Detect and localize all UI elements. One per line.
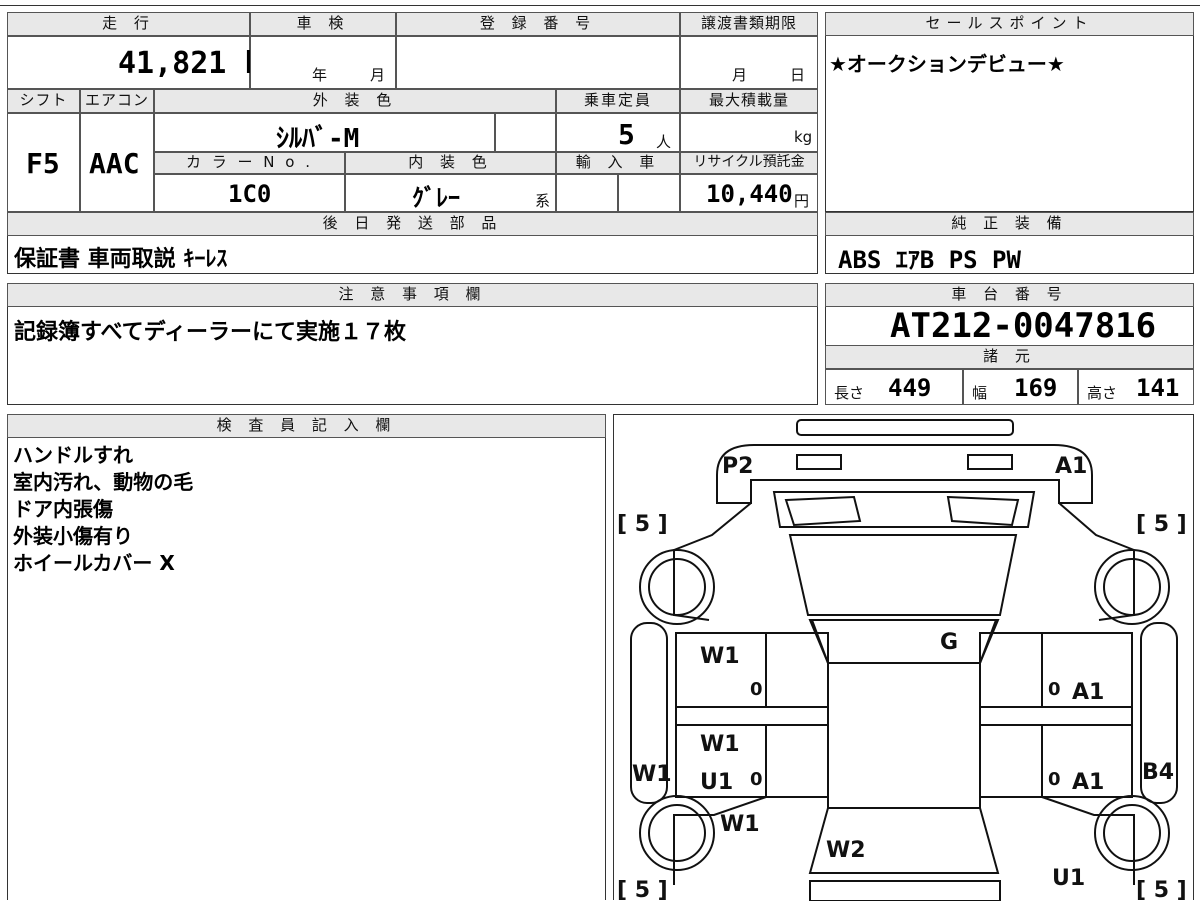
width-label: 幅 [972, 384, 988, 402]
inspector-line: 外装小傷有り [13, 524, 133, 548]
exterior-color-header: 外 装 色 [154, 89, 556, 113]
length-value: 449 [888, 374, 932, 402]
notes-text: 記録簿すべてディーラーにて実施１７枚 [14, 320, 407, 345]
sales-point-header: セールスポイント [825, 12, 1194, 36]
mark-zero-rf: 0 [1048, 679, 1061, 700]
wiper-right [946, 495, 1020, 527]
aircon-header: エアコン [80, 89, 154, 113]
inspector-header: 検 査 員 記 入 欄 [7, 414, 606, 438]
length-label: 長さ [834, 384, 865, 402]
transfer-day-label: 日 [790, 66, 806, 84]
body-left-outline [673, 502, 752, 621]
mark-w2: W2 [826, 838, 866, 863]
capacity-unit: 人 [656, 133, 672, 151]
capacity-value: 5 [618, 118, 635, 151]
import-cell-a [556, 174, 618, 212]
interior-color-value: ｸﾞﾚｰ [412, 184, 460, 212]
sales-point-box [825, 12, 1194, 212]
windshield [788, 534, 1018, 616]
mark-tire-fr: [ 5 ] [1136, 512, 1187, 537]
car-diagram-box: P2 A1 [ 5 ] [ 5 ] G W1 0 0 A1 W1 U1 0 0 … [613, 414, 1194, 901]
mark-b4: B4 [1142, 760, 1174, 785]
exterior-extra-cell [495, 113, 556, 152]
mark-zero-lr: 0 [750, 769, 763, 790]
max-load-unit: kg [794, 128, 813, 146]
import-header: 輸 入 車 [556, 152, 680, 174]
transfer-month-label: 月 [732, 66, 748, 84]
mark-w1-side: W1 [632, 762, 672, 787]
equipment-header: 純 正 装 備 [825, 212, 1194, 236]
mileage-header: 走 行 [7, 12, 250, 36]
exterior-color-value: ｼﾙﾊﾞ-M [276, 124, 360, 154]
shaken-year-label: 年 [312, 66, 328, 84]
mark-zero-rr: 0 [1048, 769, 1061, 790]
capacity-header: 乗車定員 [556, 89, 680, 113]
headlight-right [967, 454, 1013, 470]
mark-u1-left: U1 [700, 770, 733, 795]
transfer-deadline-header: 譲渡書類期限 [680, 12, 818, 36]
mark-tire-fl: [ 5 ] [617, 512, 668, 537]
cowl [772, 491, 1036, 528]
mark-w1-rear-fender: W1 [720, 812, 760, 837]
roof [808, 619, 1000, 664]
inspector-line: ホイールカバー X [13, 551, 175, 575]
rear-bumper [809, 880, 1001, 901]
mark-a1-top: A1 [1055, 454, 1087, 479]
max-load-header: 最大積載量 [680, 89, 818, 113]
inspector-lines: ハンドルすれ 室内汚れ、動物の毛 ドア内張傷 外装小傷有り ホイールカバー X [13, 442, 193, 577]
interior-color-header: 内 装 色 [345, 152, 556, 174]
mark-w1-lr: W1 [700, 732, 740, 757]
shaken-header: 車 検 [250, 12, 396, 36]
front-bumper [796, 419, 1014, 436]
interior-color-suffix: 系 [535, 192, 551, 210]
wheel-rear-right [1094, 795, 1170, 871]
top-strip [0, 0, 1200, 6]
import-cell-b [618, 174, 680, 212]
inspector-line: 室内汚れ、動物の毛 [13, 470, 194, 494]
wheel-rear-left [639, 795, 715, 871]
mark-tire-rr: [ 5 ] [1136, 878, 1187, 901]
equipment-text: ABS ｴｱB PS PW [838, 246, 1021, 274]
sales-point-text: ★オークションデビュー★ [829, 52, 1065, 76]
shift-value: F5 [26, 147, 60, 180]
rear-fender-left [673, 796, 767, 885]
cabin-center [827, 662, 981, 809]
car-diagram: P2 A1 [ 5 ] [ 5 ] G W1 0 0 A1 W1 U1 0 0 … [617, 419, 1187, 901]
wiper-left [784, 495, 862, 527]
aircon-value: AAC [89, 147, 140, 180]
color-no-header: カ ラ ー N o . [154, 152, 345, 174]
front-hood-outline [716, 444, 1093, 504]
mark-p2: P2 [722, 454, 753, 479]
registration-cell [396, 36, 680, 89]
height-value: 141 [1136, 374, 1180, 402]
mark-w1-lf: W1 [700, 644, 740, 669]
recycle-header: リサイクル預託金 [680, 152, 818, 174]
notes-header: 注 意 事 項 欄 [7, 283, 818, 307]
mark-a1-rf: A1 [1072, 680, 1104, 705]
shift-header: シフト [7, 89, 80, 113]
shaken-month-label: 月 [370, 66, 386, 84]
mark-zero-lf: 0 [750, 679, 763, 700]
height-label: 高さ [1087, 384, 1118, 402]
recycle-value: 10,440 [706, 180, 793, 208]
color-no-value: 1C0 [228, 180, 272, 208]
later-parts-header: 後 日 発 送 部 品 [7, 212, 818, 236]
wheel-front-right [1094, 549, 1170, 625]
mark-a1-rr: A1 [1072, 770, 1104, 795]
mark-tire-rl: [ 5 ] [617, 878, 668, 901]
spec-header: 諸 元 [825, 345, 1194, 369]
recycle-unit: 円 [794, 192, 810, 210]
wheel-front-left [639, 549, 715, 625]
headlight-left [796, 454, 842, 470]
chassis-header: 車 台 番 号 [825, 283, 1194, 307]
mark-g: G [940, 630, 958, 655]
width-value: 169 [1014, 374, 1058, 402]
registration-header: 登 録 番 号 [396, 12, 680, 36]
later-parts-text: 保証書 車両取説 ｷｰﾚｽ [14, 247, 228, 272]
inspector-line: ドア内張傷 [13, 497, 113, 521]
mark-u1-right: U1 [1052, 866, 1085, 891]
chassis-number: AT212-0047816 [890, 306, 1157, 346]
inspector-line: ハンドルすれ [13, 443, 133, 467]
